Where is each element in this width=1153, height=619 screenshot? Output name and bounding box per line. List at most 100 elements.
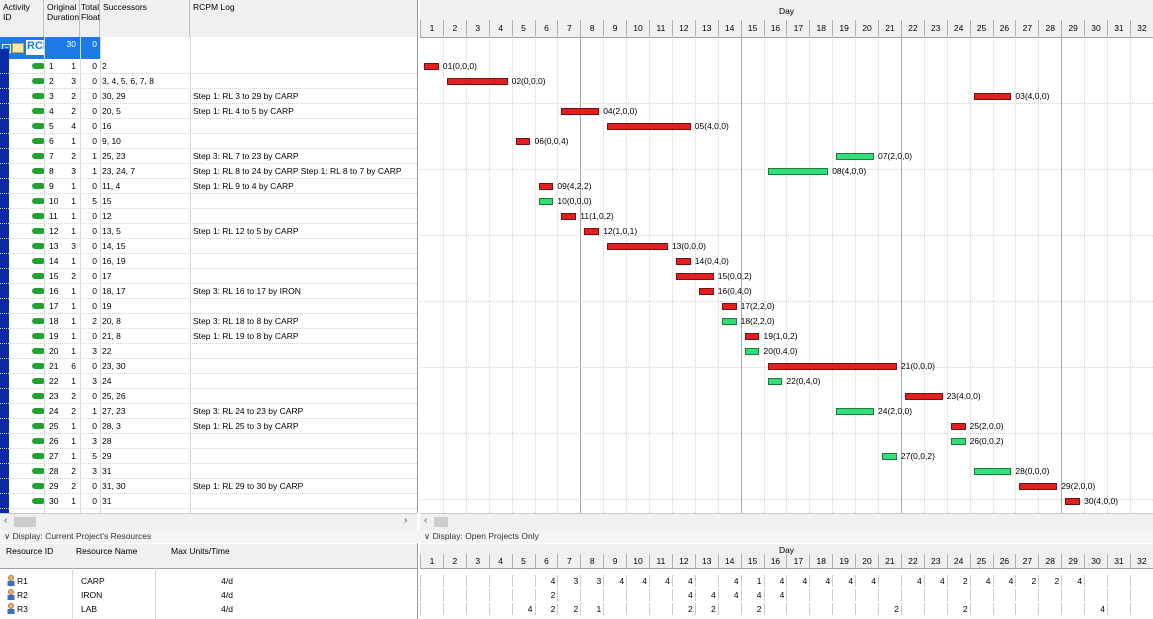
- total-float: 3: [92, 376, 97, 386]
- col-total-float[interactable]: Total Float: [80, 0, 100, 37]
- table-row[interactable]: 15 2 0 17: [0, 269, 417, 284]
- scroll-left-icon[interactable]: ‹: [424, 515, 427, 526]
- original-duration: 1: [71, 196, 76, 206]
- table-hscrollbar[interactable]: ‹ ›: [0, 513, 417, 530]
- table-row[interactable]: 11 1 0 12: [0, 209, 417, 224]
- table-row[interactable]: 6 1 0 9, 10: [0, 134, 417, 149]
- scroll-thumb[interactable]: [14, 517, 36, 527]
- chevron-down-icon[interactable]: ∨: [424, 531, 433, 541]
- successors: 23, 30: [102, 361, 126, 371]
- gantt-bar[interactable]: [607, 123, 691, 130]
- table-row[interactable]: 16 1 0 18, 17 Step 3: RL 16 to 17 by IRON: [0, 284, 417, 299]
- table-row[interactable]: 26 1 3 28: [0, 434, 417, 449]
- usage-display-bar[interactable]: ∨ Display: Open Projects Only: [420, 530, 1153, 543]
- table-row[interactable]: 1102: [0, 59, 417, 74]
- table-row[interactable]: 17 1 0 19: [0, 299, 417, 314]
- usage-cell: 2: [1015, 575, 1038, 587]
- total-float: 0: [92, 121, 97, 131]
- col-resource-id[interactable]: Resource ID: [6, 546, 53, 556]
- table-row[interactable]: 22 1 3 24: [0, 374, 417, 389]
- table-row[interactable]: 10 1 5 15: [0, 194, 417, 209]
- column-divider: [190, 37, 191, 513]
- usage-cell: [809, 589, 832, 601]
- gantt-bar[interactable]: [973, 468, 1012, 475]
- resource-row[interactable]: R3 LAB 4/d: [0, 603, 417, 615]
- table-row[interactable]: 18 1 2 20, 8 Step 3: RL 18 to 8 by CARP: [0, 314, 417, 329]
- col-rcpm-log[interactable]: RCPM Log: [190, 0, 417, 37]
- gantt-bar[interactable]: [446, 78, 508, 85]
- usage-day-header-cell: 30: [1084, 554, 1107, 568]
- gantt-bar[interactable]: [675, 273, 714, 280]
- gantt-bar[interactable]: [767, 363, 897, 370]
- gantt-bar[interactable]: [721, 303, 737, 310]
- gantt-bar[interactable]: [538, 183, 554, 190]
- table-row[interactable]: 25 1 0 28, 3 Step 1: RL 25 to 3 by CARP: [0, 419, 417, 434]
- resource-row[interactable]: R1 CARP 4/d: [0, 575, 417, 587]
- resource-row[interactable]: R2 IRON 4/d: [0, 589, 417, 601]
- table-row[interactable]: 4 2 0 20, 5 Step 1: RL 4 to 5 by CARP: [0, 104, 417, 119]
- gantt-bar[interactable]: [1065, 498, 1081, 505]
- scroll-right-icon[interactable]: ›: [404, 515, 407, 526]
- table-row[interactable]: 28 2 3 31: [0, 464, 417, 479]
- gantt-bar[interactable]: [767, 378, 783, 385]
- gantt-gridline: [900, 37, 902, 513]
- table-row[interactable]: 13 3 0 14, 15: [0, 239, 417, 254]
- gantt-bar[interactable]: [561, 213, 577, 220]
- gantt-gridline: [488, 37, 490, 513]
- gantt-bar[interactable]: [515, 138, 531, 145]
- table-row[interactable]: 5 4 0 16: [0, 119, 417, 134]
- usage-cell: 4: [511, 603, 535, 615]
- gantt-bar[interactable]: [538, 198, 554, 205]
- gantt-bar[interactable]: [836, 153, 874, 160]
- table-row[interactable]: 12 1 0 13, 5 Step 1: RL 12 to 5 by CARP: [0, 224, 417, 239]
- gantt-bar[interactable]: [950, 438, 966, 445]
- table-row[interactable]: 24 2 1 27, 23 Step 3: RL 24 to 23 by CARP: [0, 404, 417, 419]
- table-row[interactable]: 27 1 5 29: [0, 449, 417, 464]
- table-row[interactable]: 20 1 3 22: [0, 344, 417, 359]
- gantt-bar[interactable]: [744, 333, 760, 340]
- chevron-down-icon[interactable]: ∨: [4, 531, 13, 541]
- gantt-bar[interactable]: [744, 348, 760, 355]
- table-row[interactable]: 30 1 0 31: [0, 494, 417, 509]
- gantt-bar[interactable]: [904, 393, 943, 400]
- table-row[interactable]: 19 1 0 21, 8 Step 1: RL 19 to 8 by CARP: [0, 329, 417, 344]
- table-row[interactable]: 8 3 1 23, 24, 7 Step 1: RL 8 to 24 by CARP S…: [0, 164, 417, 179]
- gantt-bar[interactable]: [767, 168, 829, 175]
- scroll-left-icon[interactable]: ‹: [4, 515, 7, 526]
- gantt-bar[interactable]: [950, 423, 966, 430]
- table-row[interactable]: 2 3 0 3, 4, 5, 6, 7, 8: [0, 74, 417, 89]
- gantt-bar[interactable]: [698, 288, 714, 295]
- col-max-units[interactable]: Max Units/Time: [171, 546, 230, 556]
- usage-cell: 4: [671, 575, 695, 587]
- scroll-thumb[interactable]: [434, 517, 448, 527]
- successors: 3, 4, 5, 6, 7, 8: [102, 76, 154, 86]
- gantt-bar[interactable]: [1019, 483, 1058, 490]
- table-row[interactable]: 23 2 0 25, 26: [0, 389, 417, 404]
- col-resource-name[interactable]: Resource Name: [76, 546, 137, 556]
- table-row[interactable]: 9 1 0 11, 4 Step 1: RL 9 to 4 by CARP: [0, 179, 417, 194]
- day-header-cell: 8: [580, 20, 603, 37]
- table-row[interactable]: 14 1 0 16, 19: [0, 254, 417, 269]
- gantt-bar[interactable]: [584, 228, 600, 235]
- gantt-bar[interactable]: [561, 108, 600, 115]
- col-original-duration[interactable]: Original Duration: [44, 0, 80, 37]
- gantt-bar[interactable]: [607, 243, 668, 250]
- gantt-bar[interactable]: [675, 258, 691, 265]
- gantt-bar[interactable]: [973, 93, 1012, 100]
- gantt-chart[interactable]: Day 1 2 3 4 5 6 7 8 9 10 11 12 13 14 15 16 17 18 19 20 21 22 2…: [420, 0, 1153, 513]
- gantt-bar[interactable]: [882, 453, 897, 460]
- rcpm-log: [193, 375, 415, 387]
- gantt-hscrollbar[interactable]: ‹: [420, 513, 1153, 530]
- col-activity-id[interactable]: Activity ID: [0, 0, 44, 37]
- gantt-bar[interactable]: [721, 318, 737, 325]
- table-row[interactable]: 29 2 0 31, 30 Step 1: RL 29 to 30 by CARP: [0, 479, 417, 494]
- resource-display-bar[interactable]: ∨ Display: Current Project's Resources: [0, 530, 421, 543]
- group-row-rcp[interactable]: − RCP 30 0: [0, 37, 417, 59]
- table-row[interactable]: 21 6 0 23, 30: [0, 359, 417, 374]
- gantt-bar[interactable]: [836, 408, 874, 415]
- gantt-bar[interactable]: [424, 63, 439, 70]
- table-row[interactable]: 3 2 0 30, 29 Step 1: RL 3 to 29 by CARP: [0, 89, 417, 104]
- table-row[interactable]: 7 2 1 25, 23 Step 3: RL 7 to 23 by CARP: [0, 149, 417, 164]
- col-successors[interactable]: Successors: [100, 0, 190, 37]
- rcpm-log: [193, 240, 415, 252]
